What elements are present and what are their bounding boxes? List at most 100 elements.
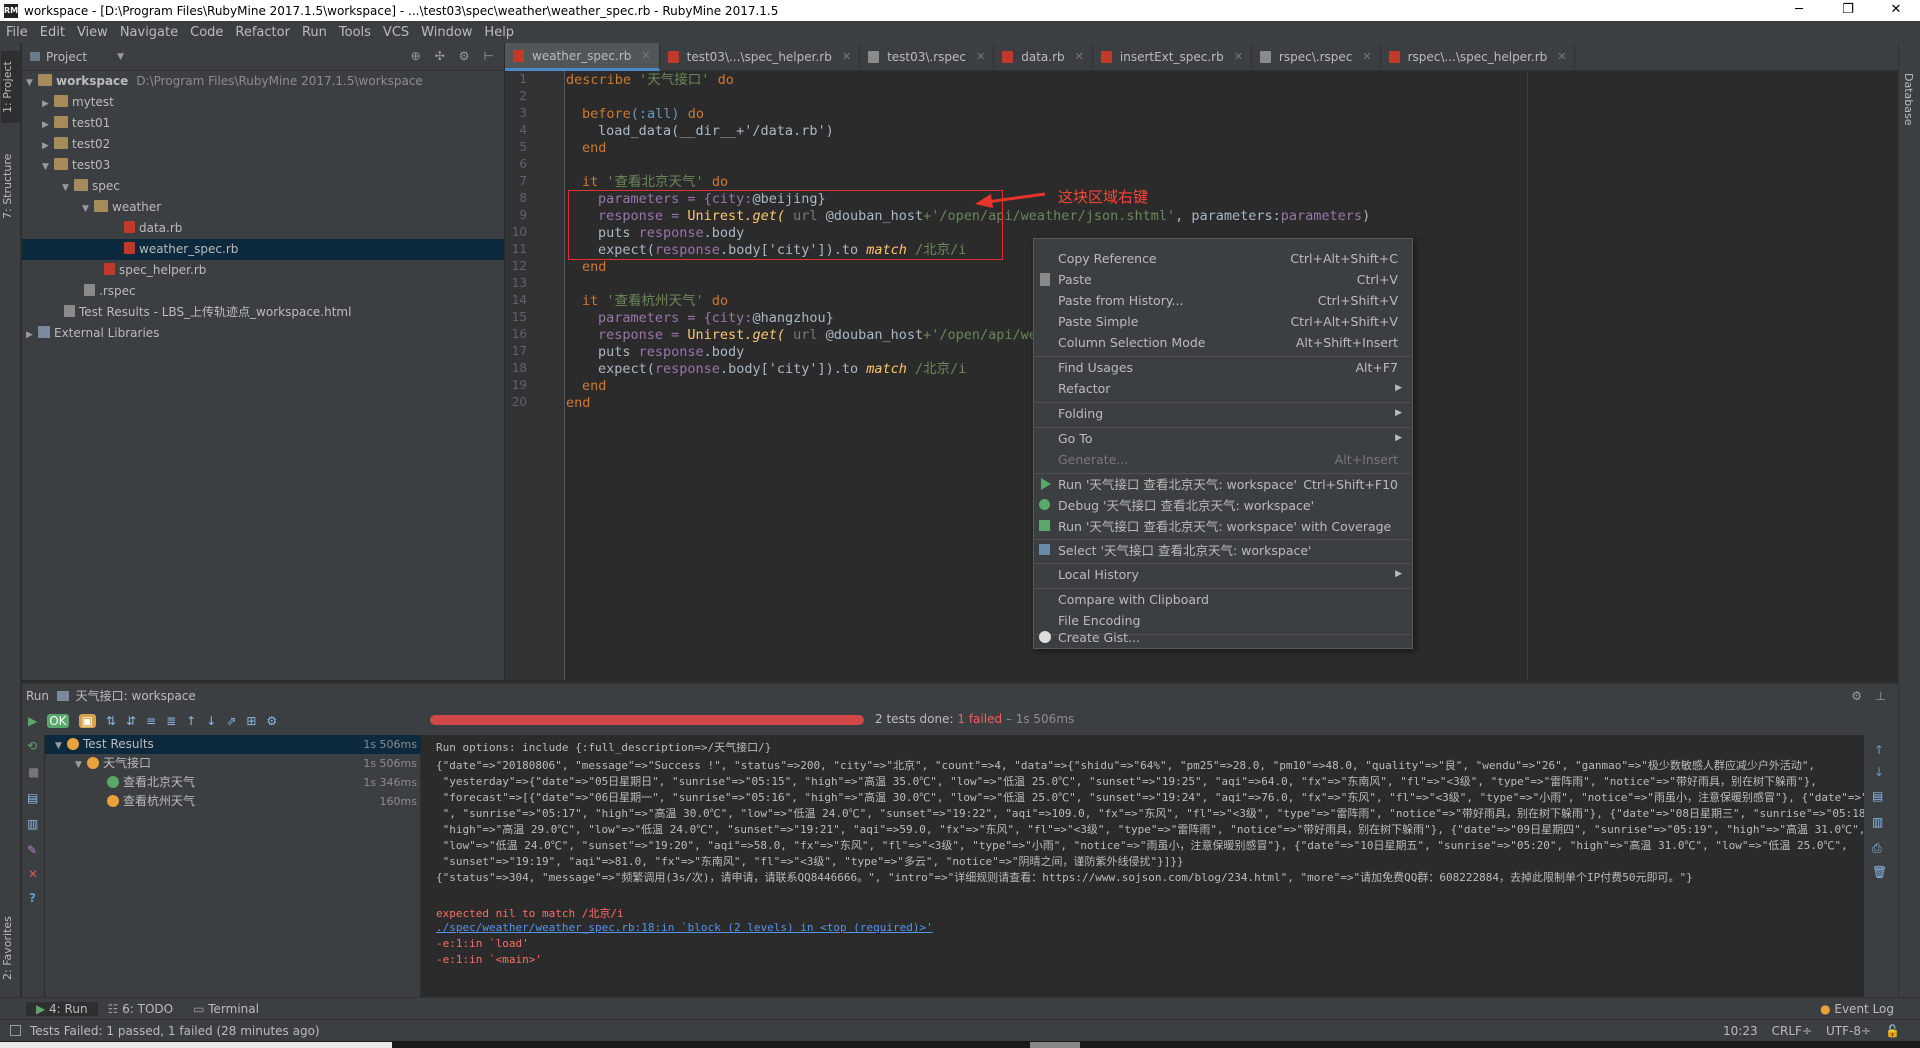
- close-run-icon[interactable]: ✕: [28, 867, 38, 881]
- tree-item-test01[interactable]: ▶ test01: [22, 113, 504, 134]
- menu-item-folding[interactable]: Folding ▶: [1034, 403, 1412, 424]
- hide-panel-icon[interactable]: ⊢: [484, 49, 494, 63]
- tab-data-rb[interactable]: data.rb ✕: [994, 43, 1093, 71]
- tree-item-data-rb[interactable]: data.rb: [22, 218, 504, 239]
- menu-item-find-usages[interactable]: Find Usages Alt+F7: [1034, 357, 1412, 378]
- test-settings-icon[interactable]: ⚙: [266, 714, 277, 728]
- menu-view[interactable]: View: [71, 25, 114, 40]
- rerun-failed-icon[interactable]: ⟲: [27, 739, 37, 753]
- tool-tab-run[interactable]: ▶ 4: Run: [26, 1001, 98, 1016]
- export-icon[interactable]: ⇗: [226, 714, 236, 728]
- menu-item-generate[interactable]: Generate... Alt+Insert: [1034, 449, 1412, 470]
- menu-item-local-history[interactable]: Local History ▶: [1034, 564, 1412, 585]
- close-tab-icon[interactable]: ✕: [1362, 43, 1371, 71]
- tool-tab-favorites[interactable]: 2: Favorites: [1, 903, 20, 993]
- scroll-to-end-icon[interactable]: ▥: [1872, 815, 1883, 829]
- menu-item-run-with-coverage[interactable]: Run '天气接口 查看北京天气: workspace' with Covera…: [1034, 516, 1412, 537]
- collapse-all-icon[interactable]: ≣: [166, 714, 176, 728]
- import-icon[interactable]: ⊞: [246, 714, 256, 728]
- settings-gear-icon[interactable]: ⚙: [459, 49, 470, 63]
- menu-item-paste[interactable]: Paste Ctrl+V: [1034, 269, 1412, 290]
- settings-gear-icon[interactable]: ⚙: [1851, 684, 1862, 708]
- scroll-down-icon[interactable]: ↓: [1874, 765, 1884, 779]
- caret-position[interactable]: 10:23: [1723, 1020, 1758, 1042]
- minimize-icon[interactable]: ─: [1776, 0, 1822, 21]
- expand-all-icon[interactable]: ≡: [146, 714, 156, 728]
- menu-vcs[interactable]: VCS: [377, 25, 415, 40]
- chevron-down-icon[interactable]: ▼: [117, 52, 124, 62]
- menu-item-compare-with-clipboard[interactable]: Compare with Clipboard: [1034, 589, 1412, 610]
- scroll-up-icon[interactable]: ↑: [1874, 743, 1884, 757]
- test-node-beijing[interactable]: 查看北京天气 1s 346ms: [45, 773, 421, 792]
- tool-tab-todo[interactable]: ☷ 6: TODO: [98, 1002, 184, 1016]
- tree-item-mytest[interactable]: ▶ mytest: [22, 92, 504, 113]
- hide-panel-icon[interactable]: ⊥: [1876, 684, 1886, 708]
- show-ignored-icon[interactable]: ▣: [78, 714, 96, 728]
- menu-item-create-gist[interactable]: Create Gist...: [1034, 627, 1412, 648]
- menu-tools[interactable]: Tools: [333, 25, 377, 40]
- sort-by-duration-icon[interactable]: ⇵: [126, 714, 136, 728]
- menu-item-refactor[interactable]: Refactor ▶: [1034, 378, 1412, 399]
- tree-item-test03[interactable]: ▼ test03: [22, 155, 504, 176]
- test-node-root[interactable]: ▼ Test Results 1s 506ms: [45, 735, 421, 754]
- sort-alphabetically-icon[interactable]: ⇅: [106, 714, 116, 728]
- close-tab-icon[interactable]: ✕: [976, 43, 985, 71]
- soft-wrap-icon[interactable]: ▤: [1872, 789, 1883, 803]
- menu-item-column-selection-mode[interactable]: Column Selection Mode Alt+Shift+Insert: [1034, 332, 1412, 353]
- project-view-selector[interactable]: Project: [46, 50, 87, 64]
- stop-icon[interactable]: ■: [28, 765, 39, 779]
- run-console-output[interactable]: Run options: include {:full_description=…: [422, 735, 1864, 997]
- menu-code[interactable]: Code: [184, 25, 229, 40]
- tree-item-workspace[interactable]: ▼ workspace D:\Program Files\RubyMine 2017…: [22, 71, 504, 92]
- clear-all-icon[interactable]: 🗑: [1872, 865, 1887, 879]
- tree-item-spec[interactable]: ▼ spec: [22, 176, 504, 197]
- close-tab-icon[interactable]: ✕: [842, 43, 851, 71]
- menu-item-go-to[interactable]: Go To ▶: [1034, 428, 1412, 449]
- test-node-hangzhou[interactable]: 查看杭州天气 160ms: [45, 792, 421, 811]
- tree-item-test-results[interactable]: Test Results - LBS_上传轨迹点_workspace.html: [22, 302, 504, 323]
- menu-run[interactable]: Run: [296, 25, 333, 40]
- close-tab-icon[interactable]: ✕: [1075, 43, 1084, 71]
- menu-item-paste-simple[interactable]: Paste Simple Ctrl+Alt+Shift+V: [1034, 311, 1412, 332]
- tool-tab-project[interactable]: 1: Project: [1, 51, 20, 123]
- menu-item-copy-reference[interactable]: Copy Reference Ctrl+Alt+Shift+C: [1034, 248, 1412, 269]
- tree-item-rspec[interactable]: .rspec: [22, 281, 504, 302]
- tree-item-weather[interactable]: ▼ weather: [22, 197, 504, 218]
- show-passed-icon[interactable]: OK: [47, 714, 69, 728]
- tab-rspec-spec-helper[interactable]: rspec\...\spec_helper.rb ✕: [1381, 43, 1576, 71]
- tab-test03-rspec[interactable]: test03\.rspec ✕: [860, 43, 995, 71]
- test-node-suite[interactable]: ▼ 天气接口 1s 506ms: [45, 754, 421, 773]
- close-tab-icon[interactable]: ✕: [1234, 43, 1243, 71]
- tab-test03-spec-helper[interactable]: test03\...\spec_helper.rb ✕: [660, 43, 861, 71]
- sync-icon[interactable]: ⊕: [411, 49, 421, 63]
- event-log-button[interactable]: ● Event Log: [1810, 1002, 1904, 1016]
- tree-item-external-libraries[interactable]: ▶ External Libraries: [22, 323, 504, 344]
- tab-insertext-spec-rb[interactable]: insertExt_spec.rb ✕: [1093, 43, 1252, 71]
- help-icon[interactable]: ?: [29, 891, 36, 905]
- menu-edit[interactable]: Edit: [34, 25, 71, 40]
- close-tab-icon[interactable]: ✕: [641, 42, 650, 70]
- close-icon[interactable]: ✕: [1873, 0, 1919, 21]
- menu-navigate[interactable]: Navigate: [114, 25, 184, 40]
- print-icon[interactable]: ⎙: [1872, 841, 1882, 856]
- restore-layout-icon[interactable]: ▥: [27, 817, 38, 831]
- pin-icon[interactable]: ✎: [27, 843, 37, 857]
- lock-icon[interactable]: 🔓: [1885, 1020, 1900, 1042]
- menu-file[interactable]: File: [0, 25, 34, 40]
- layout-icon[interactable]: ▤: [27, 791, 38, 805]
- menu-help[interactable]: Help: [478, 25, 520, 40]
- next-failed-icon[interactable]: ↓: [206, 714, 216, 728]
- console-stacktrace-link[interactable]: ./spec/weather/weather_spec.rb:18:in `bl…: [436, 921, 933, 934]
- tab-rspec-rspec[interactable]: rspec\.rspec ✕: [1252, 43, 1381, 71]
- tree-item-test02[interactable]: ▶ test02: [22, 134, 504, 155]
- menu-item-select-config[interactable]: Select '天气接口 查看北京天气: workspace': [1034, 540, 1412, 561]
- menu-item-debug-test[interactable]: Debug '天气接口 查看北京天气: workspace': [1034, 495, 1412, 516]
- previous-failed-icon[interactable]: ↑: [186, 714, 196, 728]
- tree-item-weather-spec-rb[interactable]: weather_spec.rb: [22, 239, 504, 260]
- rerun-icon[interactable]: ▶: [28, 714, 37, 728]
- menu-item-run-test[interactable]: Run '天气接口 查看北京天气: workspace' Ctrl+Shift+F…: [1034, 474, 1412, 495]
- close-tab-icon[interactable]: ✕: [1557, 43, 1566, 71]
- file-encoding[interactable]: UTF-8÷: [1826, 1020, 1871, 1042]
- line-separator[interactable]: CRLF÷: [1772, 1020, 1812, 1042]
- tool-tab-terminal[interactable]: ▭ Terminal: [183, 1002, 269, 1016]
